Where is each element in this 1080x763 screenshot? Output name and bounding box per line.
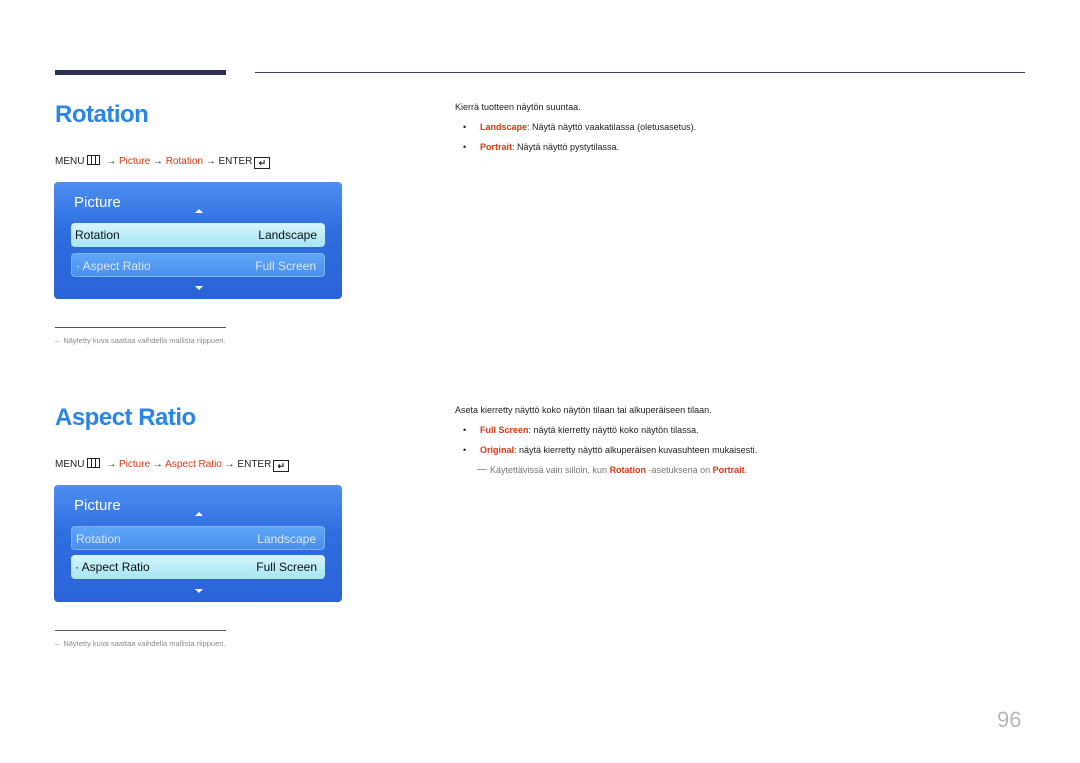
row-value: Full Screen: [255, 259, 316, 273]
footnote-text: Näytetty kuva saattaa vaihdella mallista…: [63, 639, 226, 648]
note-term-portrait: Portrait: [712, 465, 745, 475]
menu-icon: [87, 155, 101, 165]
scroll-up-icon[interactable]: [195, 209, 203, 213]
row-value: Landscape: [257, 532, 316, 546]
panel-title: Picture: [74, 497, 121, 514]
bullet-original: Original: näytä kierretty näyttö alkuper…: [480, 445, 757, 455]
bullet-full-screen: Full Screen: näytä kierretty näyttö koko…: [480, 425, 699, 435]
note-dash: [477, 469, 487, 470]
bullet-text: : Näytä näyttö pystytilassa.: [512, 142, 620, 152]
footnote-dash: –: [55, 639, 60, 648]
picture-menu-panel-aspect: Picture Rotation Landscape · Aspect Rati…: [54, 485, 342, 602]
page-number: 96: [997, 707, 1022, 732]
enter-label: ENTER: [218, 156, 253, 167]
term-full-screen: Full Screen: [480, 425, 529, 435]
panel-title: Picture: [74, 194, 121, 211]
scroll-down-icon[interactable]: [195, 286, 203, 290]
header-bar-thick: [55, 70, 226, 75]
bullet: •: [463, 122, 467, 132]
arrow: →: [152, 459, 163, 470]
bullet-text: : näytä kierretty näyttö alkuperäisen ku…: [514, 445, 758, 455]
path-picture: Picture: [119, 459, 151, 470]
note-post: .: [744, 465, 748, 475]
row-label: Rotation: [75, 228, 120, 242]
menu-label: MENU: [55, 459, 85, 470]
availability-note: Käytettävissä vain silloin, kun Rotation…: [477, 465, 747, 475]
row-label: Rotation: [76, 532, 121, 546]
section-title-aspect-ratio: Aspect Ratio: [55, 404, 196, 431]
path-aspect-ratio: Aspect Ratio: [165, 459, 222, 470]
term-original: Original: [480, 445, 515, 455]
row-value: Full Screen: [256, 560, 317, 574]
bullet-landscape: Landscape: Näytä näyttö vaakatilassa (ol…: [480, 122, 696, 132]
path-rotation: Rotation: [165, 156, 203, 167]
menu-row-aspect-ratio[interactable]: · Aspect Ratio Full Screen: [71, 555, 325, 579]
enter-icon: ↵: [254, 157, 271, 169]
bullet-text: : näytä kierretty näyttö koko näytön til…: [528, 425, 699, 435]
header-bar-thin: [255, 72, 1025, 73]
scroll-up-icon[interactable]: [195, 512, 203, 516]
bullet: •: [463, 445, 467, 455]
arrow: →: [224, 459, 235, 470]
arrow: →: [106, 459, 117, 470]
term-portrait: Portrait: [480, 142, 513, 152]
row-label: · Aspect Ratio: [75, 560, 150, 574]
rotation-description: Kierrä tuotteen näytön suuntaa.: [455, 102, 581, 112]
enter-label: ENTER: [237, 459, 272, 470]
row-label: · Aspect Ratio: [76, 259, 151, 273]
footnote-text: Näytetty kuva saattaa vaihdella mallista…: [63, 336, 226, 345]
note-pre: Käytettävissä vain silloin, kun: [490, 465, 610, 475]
menu-path-aspect-ratio: MENU → Picture → Aspect Ratio → ENTER ↵: [55, 458, 290, 472]
row-value: Landscape: [258, 228, 317, 242]
footnote-dash: –: [55, 336, 60, 345]
menu-row-rotation[interactable]: Rotation Landscape: [71, 526, 325, 550]
menu-icon: [87, 458, 101, 468]
footnote-divider: [55, 630, 226, 631]
arrow: →: [152, 156, 163, 167]
enter-icon: ↵: [273, 460, 290, 472]
picture-menu-panel-rotation: Picture Rotation Landscape · Aspect Rati…: [54, 182, 342, 299]
footnote-divider: [55, 327, 226, 328]
bullet: •: [463, 142, 467, 152]
bullet-text: : Näytä näyttö vaakatilassa (oletusasetu…: [527, 122, 697, 132]
arrow: →: [205, 156, 216, 167]
aspect-description: Aseta kierretty näyttö koko näytön tilaa…: [455, 405, 712, 415]
menu-path-rotation: MENU → Picture → Rotation → ENTER ↵: [55, 155, 271, 169]
note-mid: -asetuksena on: [646, 465, 713, 475]
scroll-down-icon[interactable]: [195, 589, 203, 593]
footnote-aspect: – Näytetty kuva saattaa vaihdella mallis…: [55, 639, 226, 648]
term-landscape: Landscape: [480, 122, 528, 132]
menu-row-aspect-ratio[interactable]: · Aspect Ratio Full Screen: [71, 253, 325, 277]
bullet: •: [463, 425, 467, 435]
footnote-rotation: – Näytetty kuva saattaa vaihdella mallis…: [55, 336, 226, 345]
menu-label: MENU: [55, 156, 85, 167]
arrow: →: [106, 156, 117, 167]
note-term-rotation: Rotation: [609, 465, 647, 475]
menu-row-rotation[interactable]: Rotation Landscape: [71, 223, 325, 247]
bullet-portrait: Portrait: Näytä näyttö pystytilassa.: [480, 142, 619, 152]
path-picture: Picture: [119, 156, 151, 167]
section-title-rotation: Rotation: [55, 101, 149, 128]
